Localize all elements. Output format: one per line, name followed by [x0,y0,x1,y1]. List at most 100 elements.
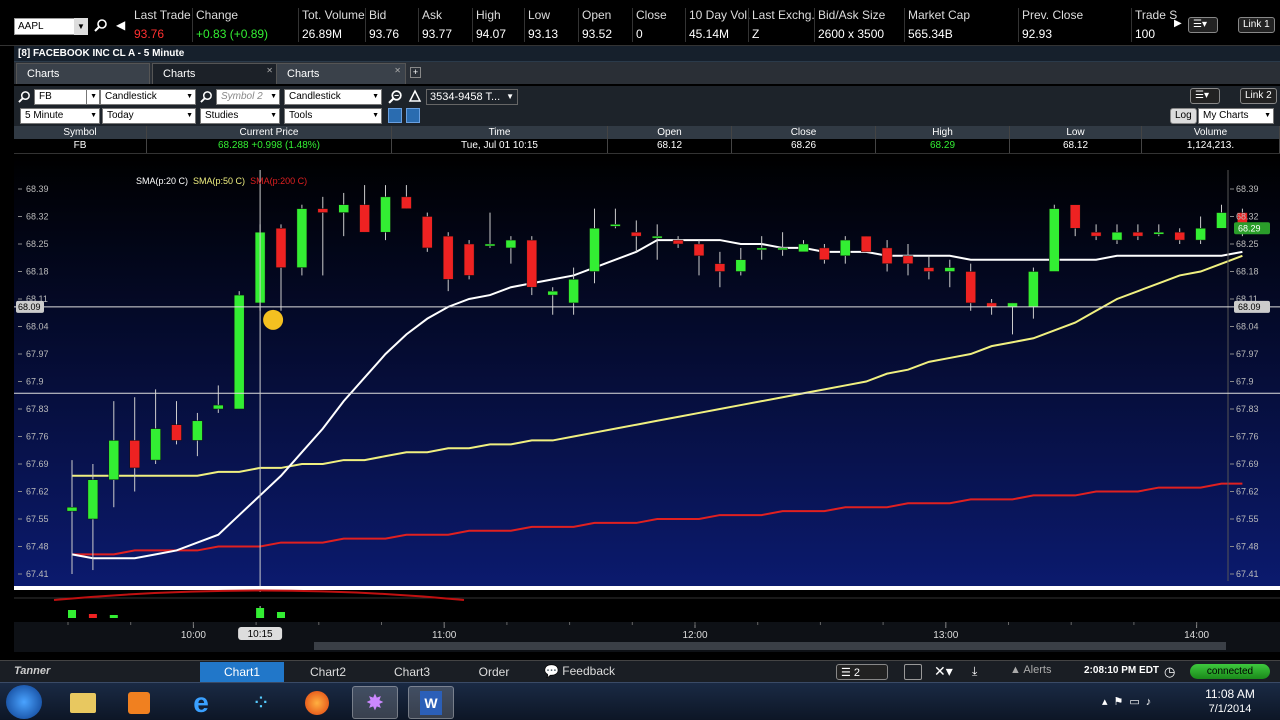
search-icon[interactable] [18,90,31,106]
chart-svg[interactable]: 68.39 68.39 68.32 68.32 68.25 68.25 68.18 68.18… [14,156,1280,656]
quote-col-header: Open [582,8,612,22]
word-icon[interactable]: W [408,686,454,719]
price-level-label: 68.09 [18,302,41,312]
y-tick-label-left: 67.69 [26,459,49,469]
collapse-left-icon[interactable]: ◀ [116,18,125,32]
quote-col-header: 10 Day Vol. [689,8,751,22]
candle[interactable] [1049,204,1060,272]
candle-body-down [171,424,182,441]
y-tick-label-right: 67.69 [1236,459,1259,469]
media-player-icon[interactable] [116,686,162,719]
tab-chart1[interactable]: Chart1 [200,662,284,683]
candle[interactable] [463,240,475,280]
explorer-icon[interactable] [60,686,106,719]
taskbar-time: 11:08 AM [1205,687,1255,701]
quote-col-7: Open 93.52 [582,8,612,44]
tab-charts-3[interactable]: Charts ✕ [276,63,406,84]
crosshair-tool-icon[interactable] [388,108,402,123]
log-button[interactable]: Log [1170,108,1197,124]
info-value-cell: 68.288 +0.998 (1.48%) [147,139,392,153]
zoom-icon[interactable] [388,89,403,107]
chevron-down-icon[interactable]: ▼ [74,18,88,35]
firefox-icon[interactable] [294,686,340,719]
candle-body-down [714,263,726,272]
candle-body-down [860,235,872,253]
link-1-button[interactable]: Link 1 [1238,17,1275,33]
candle-body-up [568,279,579,304]
info-value-row: FB 68.288 +0.998 (1.48%) Tue, Jul 01 10:15… [14,139,1280,154]
print-icon[interactable] [904,664,922,680]
candle-body-up [610,224,621,227]
candle[interactable] [422,212,433,252]
close-icon[interactable]: ✕ [266,66,273,75]
candle-body-down [422,216,433,249]
tab-charts-2[interactable]: Charts ✕ [152,63,278,84]
feedback-button[interactable]: 💬 Feedback [544,664,615,678]
quote-divider [418,8,419,42]
chart-type-2-select[interactable]: Candlestick ▼ [284,89,382,105]
quote-bar: AAPL ▼ ◀ Last Trade 93.76 Change +0.83 (+0.… [0,0,1280,46]
search-icon[interactable] [200,90,213,106]
y-tick-label-left: 68.04 [26,322,49,332]
candle[interactable] [296,204,308,276]
crosshair-time-label: 10:15 [248,629,273,640]
account-icon[interactable] [408,89,422,106]
indicator-pane [14,592,1280,606]
price-chart[interactable]: 68.39 68.39 68.32 68.32 68.25 68.25 68.18 68.18… [14,156,1280,656]
quote-col-value: 92.93 [1022,27,1053,41]
search-icon[interactable] [94,18,108,35]
account-select[interactable]: 3534-9458 T... ▼ [426,89,518,105]
clock-label: 2:08:10 PM EDT [1084,665,1160,676]
quote-col-14: Trade S 100 [1135,8,1177,44]
start-button[interactable] [6,685,42,719]
my-charts-select[interactable]: My Charts ▼ [1198,108,1274,124]
layout-count-button[interactable]: ☰ 2 [836,664,888,680]
info-header-row: Symbol Current Price Time Open Close High Low V… [14,126,1280,139]
interval-select[interactable]: 5 Minute ▼ [20,108,100,124]
menu-lines-icon[interactable]: ☰▾ [1190,88,1220,104]
candle[interactable] [233,291,245,410]
menu-lines-icon[interactable]: ☰▾ [1188,17,1218,33]
warning-icon: ▲ [1010,664,1021,676]
chart-scrollbar[interactable] [314,642,1226,650]
candle[interactable] [526,236,538,296]
ie-icon[interactable]: e [178,686,224,719]
app-icon[interactable]: ⁘ [238,686,284,719]
quote-divider [1018,8,1019,42]
quote-col-9: 10 Day Vol. 45.14M [689,8,750,44]
tab-charts-1[interactable]: Charts [16,63,150,84]
tools-select[interactable]: Tools ▼ [284,108,382,124]
candle-body-down [359,204,370,233]
candle-body-down [401,196,412,209]
layout-count: 2 [853,667,861,679]
tab-order[interactable]: Order [454,662,534,683]
candle-body-down [463,243,475,276]
quote-divider [904,8,905,42]
tab-chart2[interactable]: Chart2 [286,662,370,683]
close-icon[interactable]: ✕ [394,66,401,75]
trading-app-icon[interactable]: ✸ [352,686,398,719]
range-select[interactable]: Today ▼ [102,108,196,124]
link-2-button[interactable]: Link 2 [1240,88,1277,104]
volume-bar [88,614,97,618]
chevron-down-icon[interactable]: ▼ [86,89,100,105]
alerts-button[interactable]: ▲ Alerts [1010,664,1051,676]
expand-right-icon[interactable]: ▶ [1174,18,1182,29]
tray-icons[interactable]: ▴⚑▭♪ [1102,695,1157,708]
cursor-highlight [263,309,284,330]
quote-col-value: 0 [636,27,643,41]
quote-col-12: Market Cap 565.34B [908,8,970,44]
candle-body-up [651,235,663,239]
candle[interactable] [860,235,872,253]
symbol2-input[interactable]: Symbol 2 ▼ [216,89,280,105]
chart-type-select[interactable]: Candlestick ▼ [100,89,196,105]
tab-chart3[interactable]: Chart3 [370,662,454,683]
tools-cross-icon[interactable]: ✕▾ [934,663,953,680]
quote-divider [365,8,366,42]
download-icon[interactable]: ⤓ [972,664,977,679]
quote-col-header: Ask [422,8,443,22]
add-tab-button[interactable]: + [410,67,421,78]
info-value-cell: 1,124,213. [1142,139,1280,153]
studies-select[interactable]: Studies ▼ [200,108,280,124]
draw-tool-icon[interactable] [406,108,420,123]
